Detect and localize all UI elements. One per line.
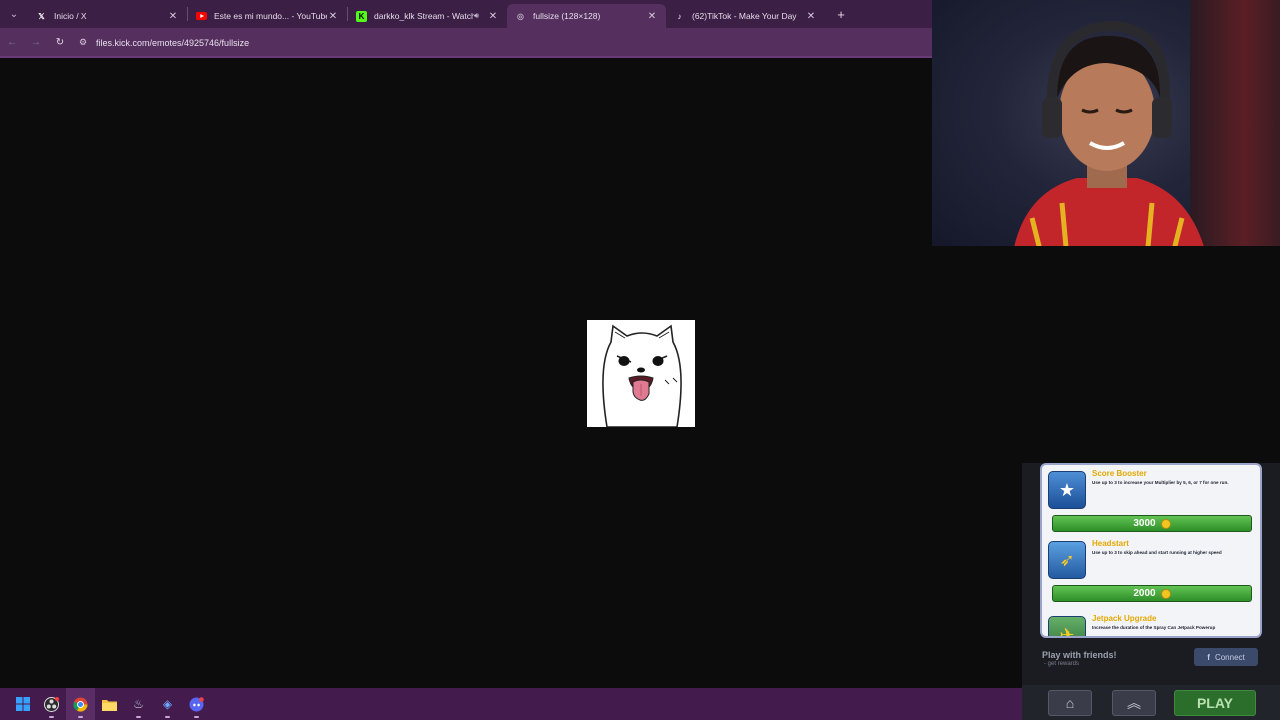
facebook-connect-button[interactable]: f Connect [1194,648,1258,666]
item-name: Jetpack Upgrade [1092,614,1157,623]
item-price: 3000 [1133,518,1156,529]
tab-x[interactable]: 𝕏 Inicio / X ✕ [28,4,187,28]
chrome-icon [73,696,89,712]
social-text: Play with friends! [1042,650,1117,660]
new-tab-button[interactable]: + [829,2,853,26]
taskbar-app-chrome[interactable] [66,688,95,720]
obs-icon [44,696,60,712]
social-subtext: - get rewards [1044,661,1080,667]
social-row: Play with friends! - get rewards f Conne… [1042,648,1262,670]
item-description: Increase the duration of the Spray Can J… [1092,625,1216,630]
webcam-overlay [932,0,1280,246]
close-icon[interactable]: ✕ [487,11,499,22]
tab-title: Inicio / X [54,11,87,21]
speaker-icon[interactable]: 🔊︎ [474,11,479,21]
site-info-icon[interactable]: ⚙ [76,36,90,50]
play-button[interactable]: PLAY [1174,690,1256,716]
facebook-icon: f [1207,652,1210,662]
browser-toolbar: ← → ↻ ⚙ files.kick.com/emotes/4925746/fu… [0,28,932,57]
home-button[interactable]: ⌂ [1048,690,1092,716]
game-overlay: ★ Score Booster Use up to 3 to increase … [1022,463,1280,720]
item-description: Use up to 3 to skip ahead and start runn… [1092,550,1222,555]
start-button[interactable] [8,688,37,720]
back-arrow-icon[interactable]: ← [0,31,24,55]
tab-kick-stream[interactable]: K darkko_klk Stream - Watch 🔊︎ ✕ [348,4,507,28]
taskbar-app-obs[interactable] [37,688,66,720]
buy-headstart-button[interactable]: 2000 [1052,585,1252,602]
item-name: Headstart [1092,539,1129,548]
taskbar-app-diamond[interactable]: ◈ [153,688,182,720]
file-explorer-icon [102,696,118,712]
windows-start-icon [15,696,31,712]
tab-tiktok[interactable]: ♪ (62)TikTok - Make Your Day ✕ [666,4,825,28]
taskbar-app-files[interactable] [95,688,124,720]
rocket-icon: ➶ [1048,541,1086,579]
close-icon[interactable]: ✕ [646,11,658,22]
streamer-figure [1014,20,1204,246]
windows-taskbar: ♨ ◈ [0,688,1022,720]
double-chevron-up-icon: ︽ [1127,695,1141,711]
upgrade-button[interactable]: ︽ [1112,690,1156,716]
page-viewport [0,58,1022,688]
kick-icon: K [356,10,367,22]
play-label: PLAY [1196,695,1234,711]
tab-title: fullsize (128×128) [533,11,601,21]
youtube-icon [196,11,207,22]
taskbar-app-steam[interactable]: ♨ [124,688,153,720]
address-url[interactable]: files.kick.com/emotes/4925746/fullsize [96,38,249,48]
tab-search-chevron-icon[interactable]: ⌄ [0,0,28,28]
taskbar-app-discord[interactable] [182,688,211,720]
tab-title: Este es mi mundo... - YouTube [214,11,327,21]
app-diamond-icon: ◈ [162,697,173,711]
globe-icon: ◎ [517,11,524,21]
reload-icon[interactable]: ↻ [48,31,72,55]
discord-icon [189,696,205,712]
item-name: Score Booster [1092,469,1147,478]
tab-title: (62)TikTok - Make Your Day [692,11,797,21]
close-icon[interactable]: ✕ [167,11,179,22]
address-bar[interactable]: ⚙ files.kick.com/emotes/4925746/fullsize [76,31,922,54]
buy-score-booster-button[interactable]: 3000 [1052,515,1252,532]
tiktok-icon: ♪ [677,11,682,21]
home-icon: ⌂ [1065,695,1075,711]
star-icon: ★ [1048,471,1086,509]
shop-panel: ★ Score Booster Use up to 3 to increase … [1040,463,1262,638]
tab-fullsize[interactable]: ◎ fullsize (128×128) ✕ [507,4,666,28]
browser-tab-bar: ⌄ 𝕏 Inicio / X ✕ Este es mi mundo... - Y… [0,0,932,28]
screen: ⌄ 𝕏 Inicio / X ✕ Este es mi mundo... - Y… [0,0,1280,720]
coin-icon [1160,588,1171,599]
emote-image[interactable] [587,320,695,428]
connect-label: Connect [1214,652,1245,662]
tab-youtube[interactable]: Este es mi mundo... - YouTube ✕ [188,4,347,28]
jetpack-icon: ✈ [1048,616,1086,636]
coin-icon [1160,518,1171,529]
steam-icon: ♨ [133,697,144,711]
item-description: Use up to 3 to increase your Multiplier … [1092,480,1229,485]
x-logo-icon: 𝕏 [38,11,45,21]
forward-arrow-icon[interactable]: → [24,31,48,55]
close-icon[interactable]: ✕ [327,11,339,22]
tab-title: darkko_klk Stream - Watch [374,11,474,21]
game-bottom-bar: ⌂ ︽ PLAY [1022,685,1280,720]
close-icon[interactable]: ✕ [805,11,817,22]
item-price: 2000 [1133,588,1156,599]
